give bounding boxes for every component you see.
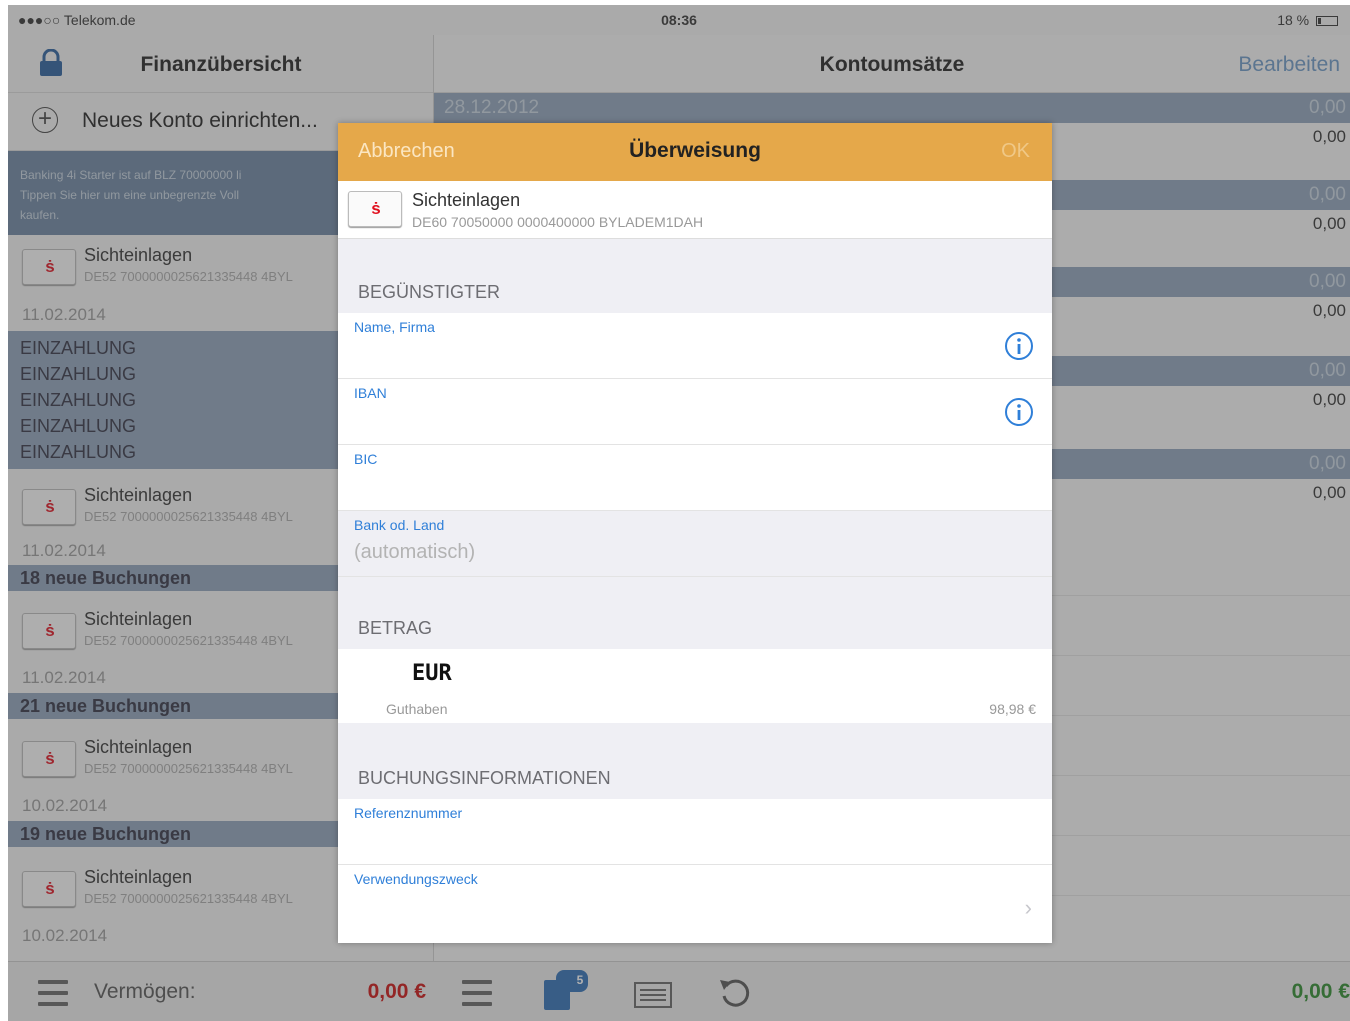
amount-field[interactable]: EUR Guthaben 98,98 € xyxy=(338,649,1052,723)
section-header-amount: BETRAG xyxy=(338,577,1052,649)
purpose-field[interactable]: Verwendungszweck › xyxy=(338,865,1052,943)
section-header-booking: BUCHUNGSINFORMATIONEN xyxy=(338,723,1052,799)
bic-field[interactable]: BIC xyxy=(338,445,1052,511)
balance-value: 98,98 € xyxy=(989,701,1036,717)
field-label: IBAN xyxy=(354,385,387,401)
modal-title: Überweisung xyxy=(629,139,761,162)
source-account-name: Sichteinlagen xyxy=(412,190,521,210)
modal-header: Abbrechen Überweisung OK xyxy=(338,123,1052,181)
field-label: Name, Firma xyxy=(354,319,435,335)
chevron-right-icon: › xyxy=(1024,895,1032,920)
info-icon[interactable] xyxy=(1004,331,1034,361)
field-placeholder: (automatisch) xyxy=(354,541,476,563)
field-label: Verwendungszweck xyxy=(354,871,478,887)
bank-country-field: Bank od. Land (automatisch) xyxy=(338,511,1052,577)
section-label: BETRAG xyxy=(358,618,433,638)
sparkasse-icon: ṡ xyxy=(348,191,402,227)
balance-label: Guthaben xyxy=(386,701,448,717)
iban-field[interactable]: IBAN xyxy=(338,379,1052,445)
ok-button[interactable]: OK xyxy=(1001,140,1030,163)
name-field[interactable]: Name, Firma xyxy=(338,313,1052,379)
info-icon[interactable] xyxy=(1004,397,1034,427)
section-label: BEGÜNSTIGTER xyxy=(358,282,501,302)
source-account[interactable]: ṡ Sichteinlagen DE60 70050000 0000400000… xyxy=(338,181,1052,239)
transfer-modal: Abbrechen Überweisung OK ṡ Sichteinlagen… xyxy=(338,123,1052,943)
ipad-screen: ●●●○○ Telekom.de 08:36 18 % Finanzübersi… xyxy=(8,5,1350,1021)
field-label: BIC xyxy=(354,451,378,467)
field-label: Bank od. Land xyxy=(354,517,445,533)
field-label: Referenznummer xyxy=(354,805,463,821)
source-account-iban: DE60 70050000 0000400000 BYLADEM1DAH xyxy=(412,214,704,230)
reference-field[interactable]: Referenznummer xyxy=(338,799,1052,865)
currency-label: EUR xyxy=(412,661,452,686)
section-label: BUCHUNGSINFORMATIONEN xyxy=(358,768,611,788)
section-header-beneficiary: BEGÜNSTIGTER xyxy=(338,239,1052,313)
